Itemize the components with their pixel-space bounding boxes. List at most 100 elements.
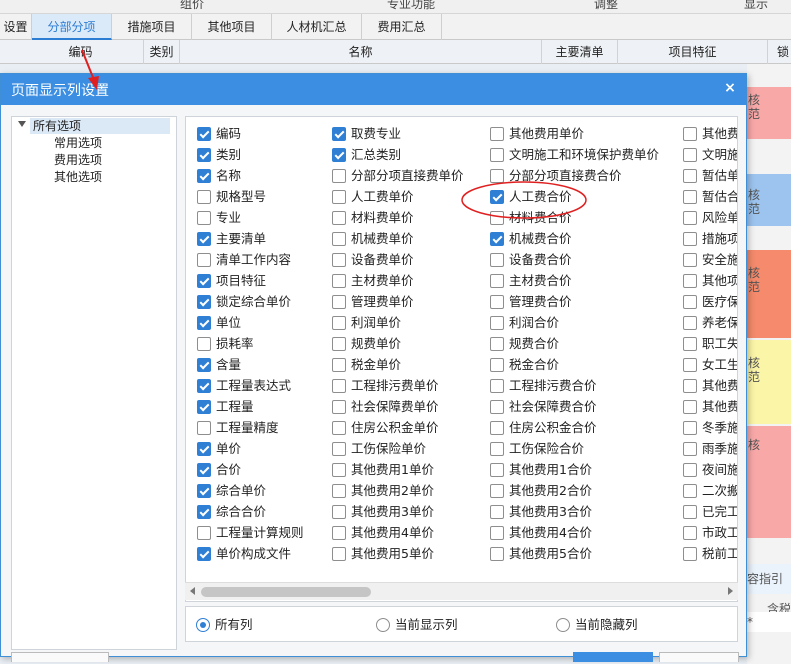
checkbox-unchecked-icon[interactable] bbox=[490, 547, 504, 561]
checkbox-unchecked-icon[interactable] bbox=[683, 463, 697, 477]
checkbox-checked-icon[interactable] bbox=[197, 316, 211, 330]
tree-item-common[interactable]: 常用选项 bbox=[54, 135, 102, 151]
checkbox-unchecked-icon[interactable] bbox=[490, 358, 504, 372]
checkbox-unchecked-icon[interactable] bbox=[197, 253, 211, 267]
col-header-lock[interactable]: 锁 bbox=[768, 40, 791, 64]
tab-rencaiji-huizong[interactable]: 人材机汇总 bbox=[272, 14, 362, 40]
checkbox-unchecked-icon[interactable] bbox=[490, 400, 504, 414]
tree-item-other[interactable]: 其他选项 bbox=[54, 169, 102, 185]
checkbox-checked-icon[interactable] bbox=[197, 505, 211, 519]
checkbox-unchecked-icon[interactable] bbox=[683, 274, 697, 288]
checkbox-unchecked-icon[interactable] bbox=[197, 526, 211, 540]
checkbox-unchecked-icon[interactable] bbox=[683, 421, 697, 435]
col-header-item-feature[interactable]: 项目特征 bbox=[618, 40, 768, 64]
checkbox-unchecked-icon[interactable] bbox=[683, 379, 697, 393]
checkbox-checked-icon[interactable] bbox=[197, 169, 211, 183]
checkbox-unchecked-icon[interactable] bbox=[490, 526, 504, 540]
checkbox-unchecked-icon[interactable] bbox=[490, 421, 504, 435]
cancel-button[interactable] bbox=[659, 652, 739, 662]
checkbox-unchecked-icon[interactable] bbox=[683, 526, 697, 540]
checkbox-unchecked-icon[interactable] bbox=[683, 337, 697, 351]
menu-label-2[interactable]: 调整 bbox=[594, 0, 618, 12]
scrollbar-thumb[interactable] bbox=[201, 587, 371, 597]
checkbox-unchecked-icon[interactable] bbox=[490, 316, 504, 330]
checkbox-unchecked-icon[interactable] bbox=[490, 337, 504, 351]
checkbox-unchecked-icon[interactable] bbox=[683, 190, 697, 204]
menu-label-1[interactable]: 专业功能 bbox=[387, 0, 435, 12]
radio-dot[interactable] bbox=[556, 618, 570, 632]
checkbox-checked-icon[interactable] bbox=[197, 484, 211, 498]
confirm-button[interactable] bbox=[573, 652, 653, 662]
tab-qita-xiangmu[interactable]: 其他项目 bbox=[192, 14, 272, 40]
checkbox-checked-icon[interactable] bbox=[332, 148, 346, 162]
checkbox-unchecked-icon[interactable] bbox=[683, 442, 697, 456]
checkbox-checked-icon[interactable] bbox=[197, 232, 211, 246]
checkbox-unchecked-icon[interactable] bbox=[683, 400, 697, 414]
checkbox-unchecked-icon[interactable] bbox=[332, 526, 346, 540]
tree-item-all-options[interactable]: 所有选项 bbox=[30, 118, 170, 134]
menu-label-0[interactable]: 组价 bbox=[180, 0, 204, 12]
tab-cuoshi-xiangmu[interactable]: 措施项目 bbox=[112, 14, 192, 40]
checkbox-unchecked-icon[interactable] bbox=[490, 379, 504, 393]
checkbox-unchecked-icon[interactable] bbox=[683, 253, 697, 267]
checkbox-unchecked-icon[interactable] bbox=[332, 421, 346, 435]
checkbox-unchecked-icon[interactable] bbox=[332, 190, 346, 204]
checkbox-unchecked-icon[interactable] bbox=[683, 148, 697, 162]
scroll-right-icon[interactable] bbox=[728, 587, 733, 595]
checkbox-unchecked-icon[interactable] bbox=[332, 463, 346, 477]
checkbox-unchecked-icon[interactable] bbox=[332, 316, 346, 330]
checkbox-unchecked-icon[interactable] bbox=[332, 211, 346, 225]
checkbox-checked-icon[interactable] bbox=[197, 400, 211, 414]
horizontal-scrollbar[interactable] bbox=[185, 582, 738, 600]
checkbox-checked-icon[interactable] bbox=[332, 127, 346, 141]
col-header-main-list[interactable]: 主要清单 bbox=[542, 40, 618, 64]
checkbox-checked-icon[interactable] bbox=[197, 148, 211, 162]
checkbox-checked-icon[interactable] bbox=[197, 547, 211, 561]
checkbox-unchecked-icon[interactable] bbox=[332, 442, 346, 456]
tree-item-fee[interactable]: 费用选项 bbox=[54, 152, 102, 168]
checkbox-checked-icon[interactable] bbox=[490, 232, 504, 246]
checkbox-unchecked-icon[interactable] bbox=[490, 169, 504, 183]
checkbox-unchecked-icon[interactable] bbox=[332, 379, 346, 393]
checkbox-unchecked-icon[interactable] bbox=[197, 211, 211, 225]
checkbox-unchecked-icon[interactable] bbox=[332, 253, 346, 267]
checkbox-unchecked-icon[interactable] bbox=[490, 148, 504, 162]
checkbox-unchecked-icon[interactable] bbox=[683, 232, 697, 246]
radio-dot[interactable] bbox=[196, 618, 210, 632]
tab-fenbu-fenxiang[interactable]: 分部分项 bbox=[32, 14, 112, 40]
checkbox-unchecked-icon[interactable] bbox=[332, 505, 346, 519]
tab-feiyong-huizong[interactable]: 费用汇总 bbox=[362, 14, 442, 40]
checkbox-unchecked-icon[interactable] bbox=[490, 127, 504, 141]
checkbox-unchecked-icon[interactable] bbox=[683, 358, 697, 372]
checkbox-checked-icon[interactable] bbox=[197, 274, 211, 288]
col-header-name[interactable]: 名称 bbox=[180, 40, 542, 64]
checkbox-unchecked-icon[interactable] bbox=[683, 547, 697, 561]
col-header-category[interactable]: 类别 bbox=[144, 40, 180, 64]
checkbox-unchecked-icon[interactable] bbox=[490, 211, 504, 225]
checkbox-checked-icon[interactable] bbox=[197, 463, 211, 477]
checkbox-unchecked-icon[interactable] bbox=[490, 484, 504, 498]
tab-settings[interactable]: 设置 bbox=[0, 14, 32, 40]
checkbox-unchecked-icon[interactable] bbox=[197, 421, 211, 435]
footer-button-left[interactable] bbox=[11, 652, 109, 662]
checkbox-checked-icon[interactable] bbox=[197, 295, 211, 309]
checkbox-checked-icon[interactable] bbox=[197, 442, 211, 456]
checkbox-checked-icon[interactable] bbox=[197, 127, 211, 141]
checkbox-checked-icon[interactable] bbox=[197, 379, 211, 393]
checkbox-unchecked-icon[interactable] bbox=[490, 274, 504, 288]
close-icon[interactable]: × bbox=[722, 80, 738, 96]
scroll-left-icon[interactable] bbox=[190, 587, 195, 595]
checkbox-unchecked-icon[interactable] bbox=[332, 295, 346, 309]
checkbox-unchecked-icon[interactable] bbox=[490, 442, 504, 456]
checkbox-unchecked-icon[interactable] bbox=[683, 127, 697, 141]
checkbox-unchecked-icon[interactable] bbox=[490, 505, 504, 519]
checkbox-unchecked-icon[interactable] bbox=[332, 358, 346, 372]
checkbox-checked-icon[interactable] bbox=[197, 358, 211, 372]
checkbox-unchecked-icon[interactable] bbox=[332, 337, 346, 351]
checkbox-unchecked-icon[interactable] bbox=[683, 484, 697, 498]
checkbox-unchecked-icon[interactable] bbox=[683, 295, 697, 309]
checkbox-unchecked-icon[interactable] bbox=[332, 169, 346, 183]
dialog-titlebar[interactable]: 页面显示列设置 × bbox=[1, 74, 746, 105]
checkbox-unchecked-icon[interactable] bbox=[683, 505, 697, 519]
checkbox-unchecked-icon[interactable] bbox=[683, 316, 697, 330]
